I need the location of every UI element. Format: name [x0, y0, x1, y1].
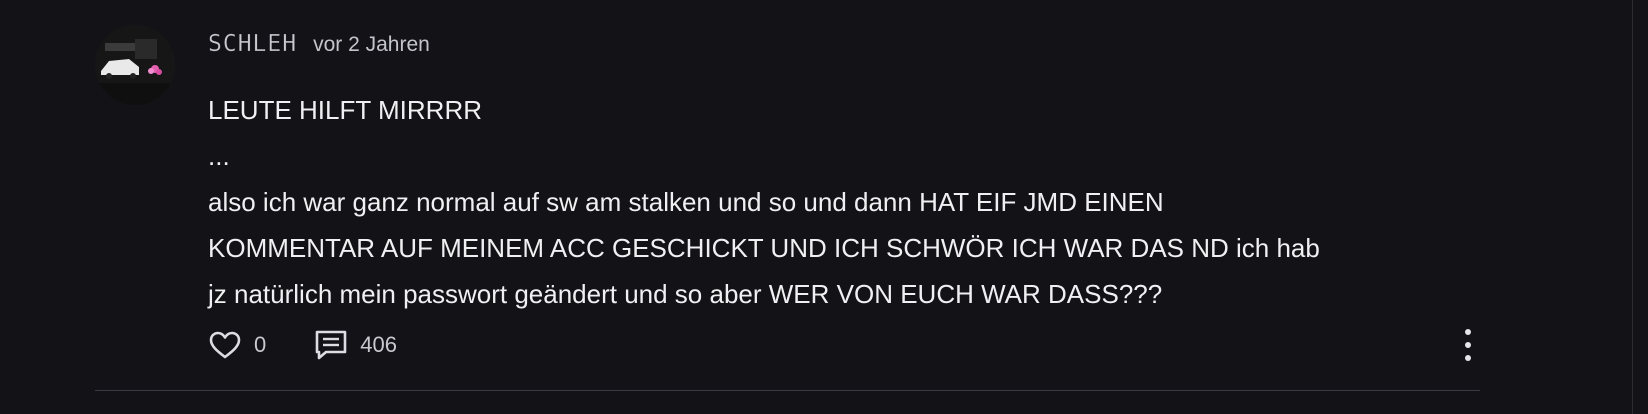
avatar[interactable] [95, 25, 175, 105]
avatar-image [95, 25, 175, 105]
more-vertical-icon [1465, 329, 1471, 335]
comment-body: SCHLEH vor 2 Jahren LEUTE HILFT MIRRRR .… [208, 25, 1528, 361]
heart-outline-icon [209, 331, 241, 359]
scrollbar-track [1632, 0, 1633, 414]
timestamp: vor 2 Jahren [313, 33, 430, 56]
comment-divider [95, 390, 1480, 391]
more-options-button[interactable] [1460, 329, 1476, 361]
comment-card: SCHLEH vor 2 Jahren LEUTE HILFT MIRRRR .… [95, 25, 1550, 410]
like-count: 0 [254, 332, 267, 357]
reply-count: 406 [360, 332, 397, 357]
comment-meta: SCHLEH vor 2 Jahren [208, 25, 1528, 67]
author-name[interactable]: SCHLEH [208, 31, 297, 57]
like-button[interactable]: 0 [208, 330, 266, 360]
comment-bubble-icon [315, 330, 347, 360]
reply-button[interactable]: 406 [314, 329, 397, 361]
comment-actions: 0 406 [208, 325, 1528, 365]
comment-text: LEUTE HILFT MIRRRR ... also ich war ganz… [208, 95, 1320, 309]
